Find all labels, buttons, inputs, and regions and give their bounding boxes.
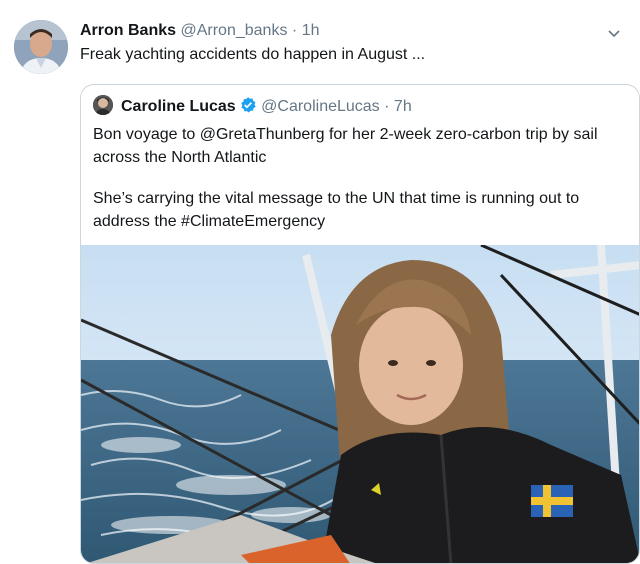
verified-badge-icon xyxy=(239,96,257,114)
author-name[interactable]: Arron Banks xyxy=(80,22,176,39)
tweet-text: Freak yachting accidents do happen in Au… xyxy=(80,46,426,63)
user-avatar-icon xyxy=(14,20,68,74)
quoted-tweet-time[interactable]: 7h xyxy=(394,98,412,115)
chevron-down-icon[interactable] xyxy=(604,24,624,44)
user-avatar-icon xyxy=(93,95,113,115)
separator: · xyxy=(384,98,390,115)
quoted-paragraph: Bon voyage to @GretaThunberg for her 2-w… xyxy=(93,126,598,166)
quoted-tweet[interactable]: Caroline Lucas @CarolineLucas · 7h Bon v… xyxy=(80,84,640,564)
tweet-time[interactable]: 1h xyxy=(302,22,320,39)
quoted-paragraph: She’s carrying the vital message to the … xyxy=(93,190,580,230)
quoted-tweet-photo[interactable] xyxy=(81,245,639,563)
quoted-author-avatar[interactable] xyxy=(93,95,113,115)
author-avatar[interactable] xyxy=(14,20,68,74)
separator: · xyxy=(291,22,298,39)
author-handle[interactable]: @Arron_banks xyxy=(180,22,287,39)
tweet[interactable]: Arron Banks @Arron_banks · 1h Freak yach… xyxy=(0,0,640,564)
quoted-author-name[interactable]: Caroline Lucas xyxy=(121,98,236,115)
quoted-tweet-header: Caroline Lucas @CarolineLucas · 7h xyxy=(121,96,412,116)
photo-sailing-girl-icon xyxy=(81,245,639,563)
quoted-tweet-text: Bon voyage to @GretaThunberg for her 2-w… xyxy=(93,123,625,251)
tweet-header: Arron Banks @Arron_banks · 1h xyxy=(80,22,319,40)
quoted-author-handle[interactable]: @CarolineLucas xyxy=(261,98,380,115)
flag-icon xyxy=(531,485,573,517)
